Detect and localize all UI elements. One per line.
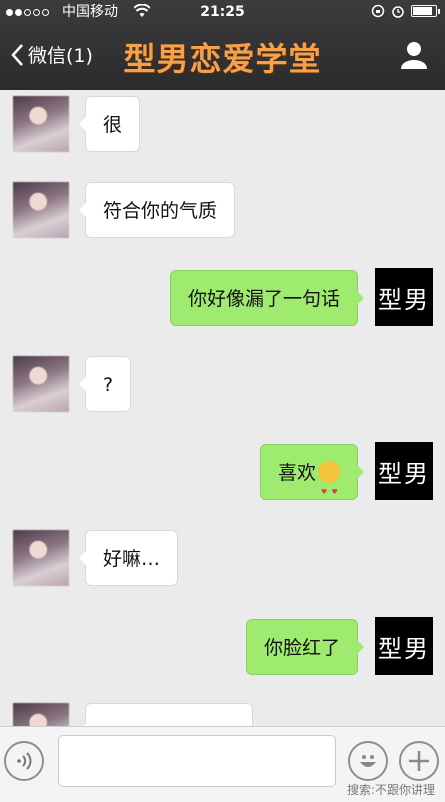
alarm-icon xyxy=(392,6,404,18)
rotation-lock-icon xyxy=(371,4,385,18)
message-bubble-incoming[interactable]: 符合你的气质 xyxy=(78,182,236,238)
plus-icon xyxy=(409,751,429,771)
chat-title: 型男恋爱学堂 xyxy=(123,40,322,78)
message-bubble-outgoing[interactable]: 你好像漏了一句话 xyxy=(169,270,365,326)
my-avatar[interactable]: 型男 xyxy=(375,442,433,500)
message-input[interactable] xyxy=(58,735,336,787)
emoji-button[interactable] xyxy=(348,741,388,781)
message-bubble-incoming[interactable]: 很 xyxy=(78,96,141,152)
my-avatar[interactable]: 型男 xyxy=(375,617,433,675)
contact-avatar[interactable] xyxy=(13,356,69,412)
contact-avatar[interactable] xyxy=(13,530,69,586)
contact-avatar[interactable] xyxy=(13,703,69,726)
message-bubble-outgoing[interactable]: 你脸红了 xyxy=(245,619,365,675)
input-bar: 搜索:不跟你讲理 xyxy=(0,726,445,802)
message-bubble-incoming[interactable]: ? xyxy=(78,356,132,412)
profile-icon[interactable] xyxy=(401,41,427,69)
smiley-icon xyxy=(360,755,376,767)
heart-eyes-emoji-icon xyxy=(318,460,340,520)
message-bubble-incoming[interactable] xyxy=(79,703,253,726)
top-bar: 中国移动 21:25 微信(1) 型男恋爱学堂 xyxy=(0,0,445,90)
watermark: 搜索:不跟你讲理 xyxy=(346,783,435,797)
contact-avatar[interactable] xyxy=(13,182,69,238)
message-bubble-outgoing[interactable]: 喜欢 xyxy=(259,444,365,520)
contact-avatar[interactable] xyxy=(13,96,69,152)
nav-bar: 微信(1) 型男恋爱学堂 xyxy=(0,24,445,90)
more-button[interactable] xyxy=(399,741,439,781)
my-avatar[interactable]: 型男 xyxy=(375,268,433,326)
chat-area[interactable]: 很 符合你的气质 你好像漏了一句话 型男 ? 喜欢 型男 好嘛… 你脸红了 型男 xyxy=(0,90,445,726)
message-bubble-incoming[interactable]: 好嘛… xyxy=(78,530,179,586)
battery-icon xyxy=(411,5,440,17)
voice-icon xyxy=(17,752,32,770)
status-bar: 中国移动 21:25 xyxy=(0,0,445,24)
voice-button[interactable] xyxy=(4,741,44,781)
message-text: 喜欢 xyxy=(277,462,316,484)
